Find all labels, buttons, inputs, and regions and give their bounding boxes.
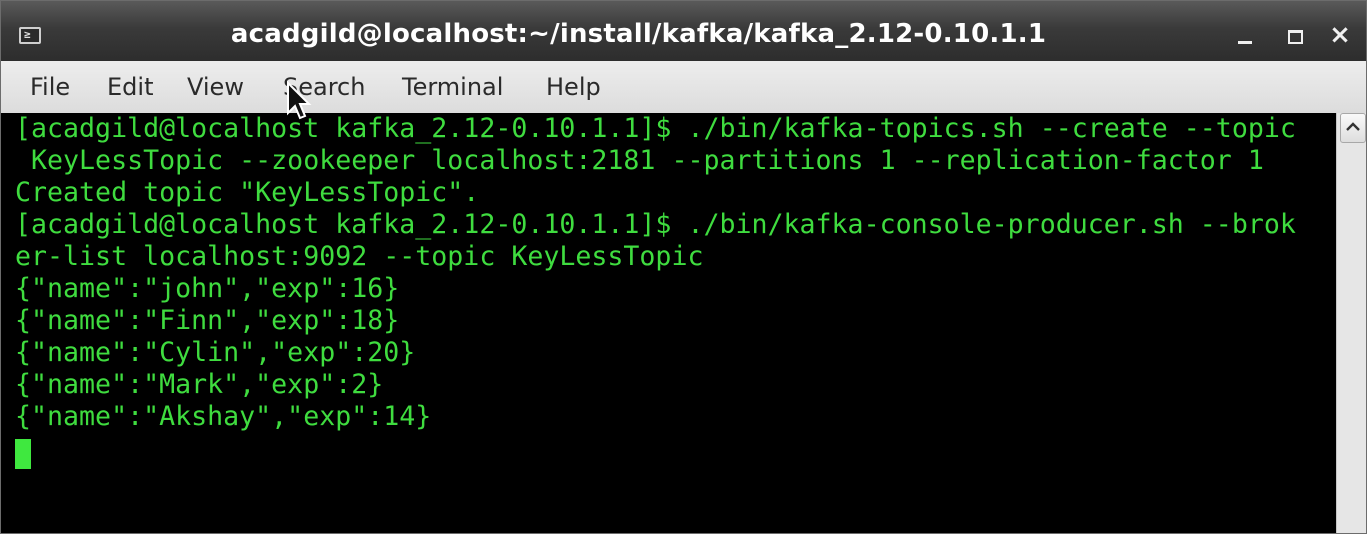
scroll-up-arrow-icon — [1346, 122, 1360, 131]
menu-view[interactable]: View — [187, 73, 244, 101]
close-icon[interactable]: × — [1328, 22, 1352, 48]
menu-terminal[interactable]: Terminal — [402, 73, 503, 101]
maximize-icon[interactable] — [1283, 23, 1307, 47]
terminal-output[interactable]: [acadgild@localhost kafka_2.12-0.10.1.1]… — [1, 113, 1336, 533]
terminal-line: {"name":"Akshay","exp":14} — [15, 401, 432, 432]
terminal-line: [acadgild@localhost kafka_2.12-0.10.1.1]… — [15, 113, 1296, 144]
window-title: acadgild@localhost:~/install/kafka/kafka… — [230, 19, 1047, 49]
text-cursor — [15, 439, 31, 469]
terminal-line: {"name":"Cylin","exp":20} — [15, 337, 416, 368]
scroll-up-button[interactable] — [1340, 113, 1366, 143]
minimize-icon[interactable] — [1233, 23, 1257, 47]
menu-file[interactable]: File — [30, 73, 70, 101]
vertical-scrollbar[interactable] — [1336, 113, 1366, 533]
menu-bar: File Edit View Search Terminal Help — [1, 61, 1366, 114]
menu-edit[interactable]: Edit — [107, 73, 153, 101]
terminal-line: {"name":"Finn","exp":18} — [15, 305, 400, 336]
terminal-line: {"name":"john","exp":16} — [15, 273, 400, 304]
terminal-line: Created topic "KeyLessTopic". — [15, 177, 480, 208]
terminal-line: [acadgild@localhost kafka_2.12-0.10.1.1]… — [15, 209, 1296, 240]
terminal-line: KeyLessTopic --zookeeper localhost:2181 … — [15, 145, 1264, 176]
terminal-line: er-list localhost:9092 --topic KeyLessTo… — [15, 241, 704, 272]
mouse-pointer-icon — [287, 81, 312, 120]
title-bar[interactable]: ≥ acadgild@localhost:~/install/kafka/kaf… — [1, 1, 1366, 62]
terminal-line: {"name":"Mark","exp":2} — [15, 369, 384, 400]
menu-help[interactable]: Help — [546, 73, 601, 101]
terminal-window: ≥ acadgild@localhost:~/install/kafka/kaf… — [0, 0, 1367, 534]
